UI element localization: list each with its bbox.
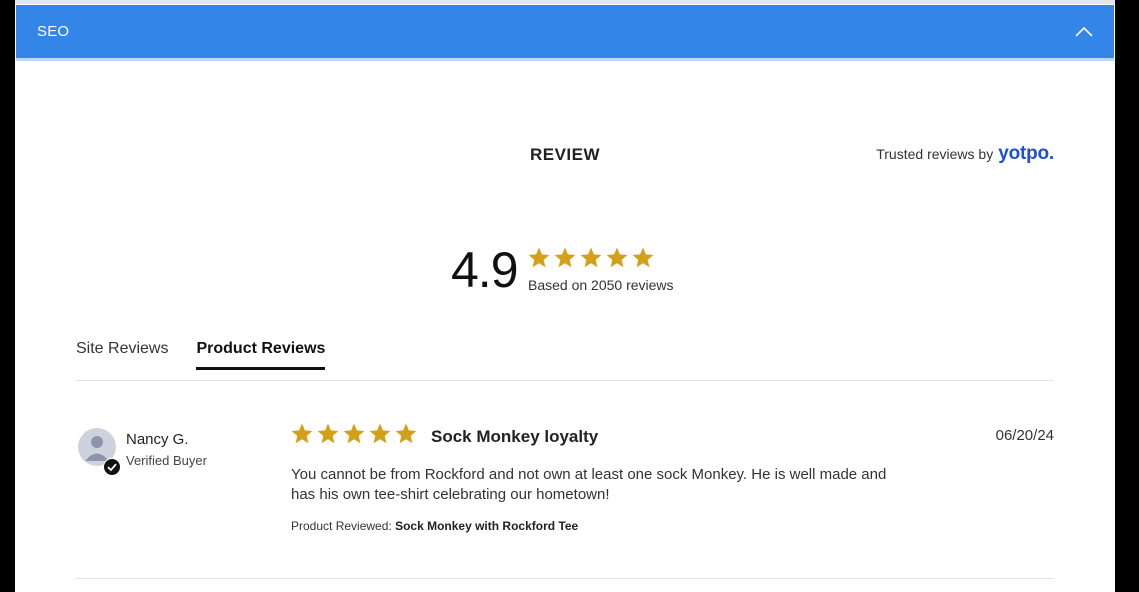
- review-date: 06/20/24: [995, 427, 1054, 444]
- yotpo-logo[interactable]: yotpo.: [998, 143, 1054, 165]
- average-star-rating: [527, 246, 655, 270]
- reviewer-name: Nancy G.: [126, 431, 189, 448]
- chevron-up-icon[interactable]: [1074, 24, 1094, 38]
- tab-product-reviews[interactable]: Product Reviews: [196, 340, 326, 370]
- review-tabs: Site Reviews Product Reviews: [76, 340, 326, 370]
- product-reviewed-label: Product Reviewed:: [291, 519, 392, 533]
- seo-bar-underline: [16, 58, 1114, 61]
- review-count: Based on 2050 reviews: [528, 277, 674, 293]
- page: SEO REVIEW Trusted reviews by yotpo. 4.9…: [15, 0, 1115, 592]
- trusted-reviews-by[interactable]: Trusted reviews by yotpo.: [876, 143, 1054, 165]
- review-title: Sock Monkey loyalty: [431, 427, 599, 446]
- product-reviewed: Product Reviewed: Sock Monkey with Rockf…: [291, 519, 578, 533]
- verified-check-icon: [103, 458, 121, 476]
- review-divider: [76, 578, 1054, 579]
- star-icon: [291, 423, 313, 444]
- star-icon: [528, 247, 550, 268]
- star-icon: [632, 247, 654, 268]
- top-border: [15, 0, 1115, 4]
- verified-buyer-label: Verified Buyer: [126, 453, 207, 468]
- star-icon: [369, 423, 391, 444]
- star-icon: [395, 423, 417, 444]
- star-icon: [317, 423, 339, 444]
- average-score: 4.9: [451, 242, 519, 298]
- tabs-divider: [76, 380, 1054, 381]
- tab-site-reviews[interactable]: Site Reviews: [76, 340, 168, 370]
- product-reviewed-name[interactable]: Sock Monkey with Rockford Tee: [395, 519, 578, 533]
- star-icon: [343, 423, 365, 444]
- review-star-rating: [290, 422, 418, 446]
- trusted-reviews-prefix: Trusted reviews by: [876, 146, 994, 162]
- seo-accordion-header[interactable]: SEO: [16, 5, 1114, 58]
- star-icon: [606, 247, 628, 268]
- star-icon: [580, 247, 602, 268]
- review-body: You cannot be from Rockford and not own …: [291, 466, 887, 503]
- seo-label: SEO: [37, 23, 70, 40]
- star-icon: [554, 247, 576, 268]
